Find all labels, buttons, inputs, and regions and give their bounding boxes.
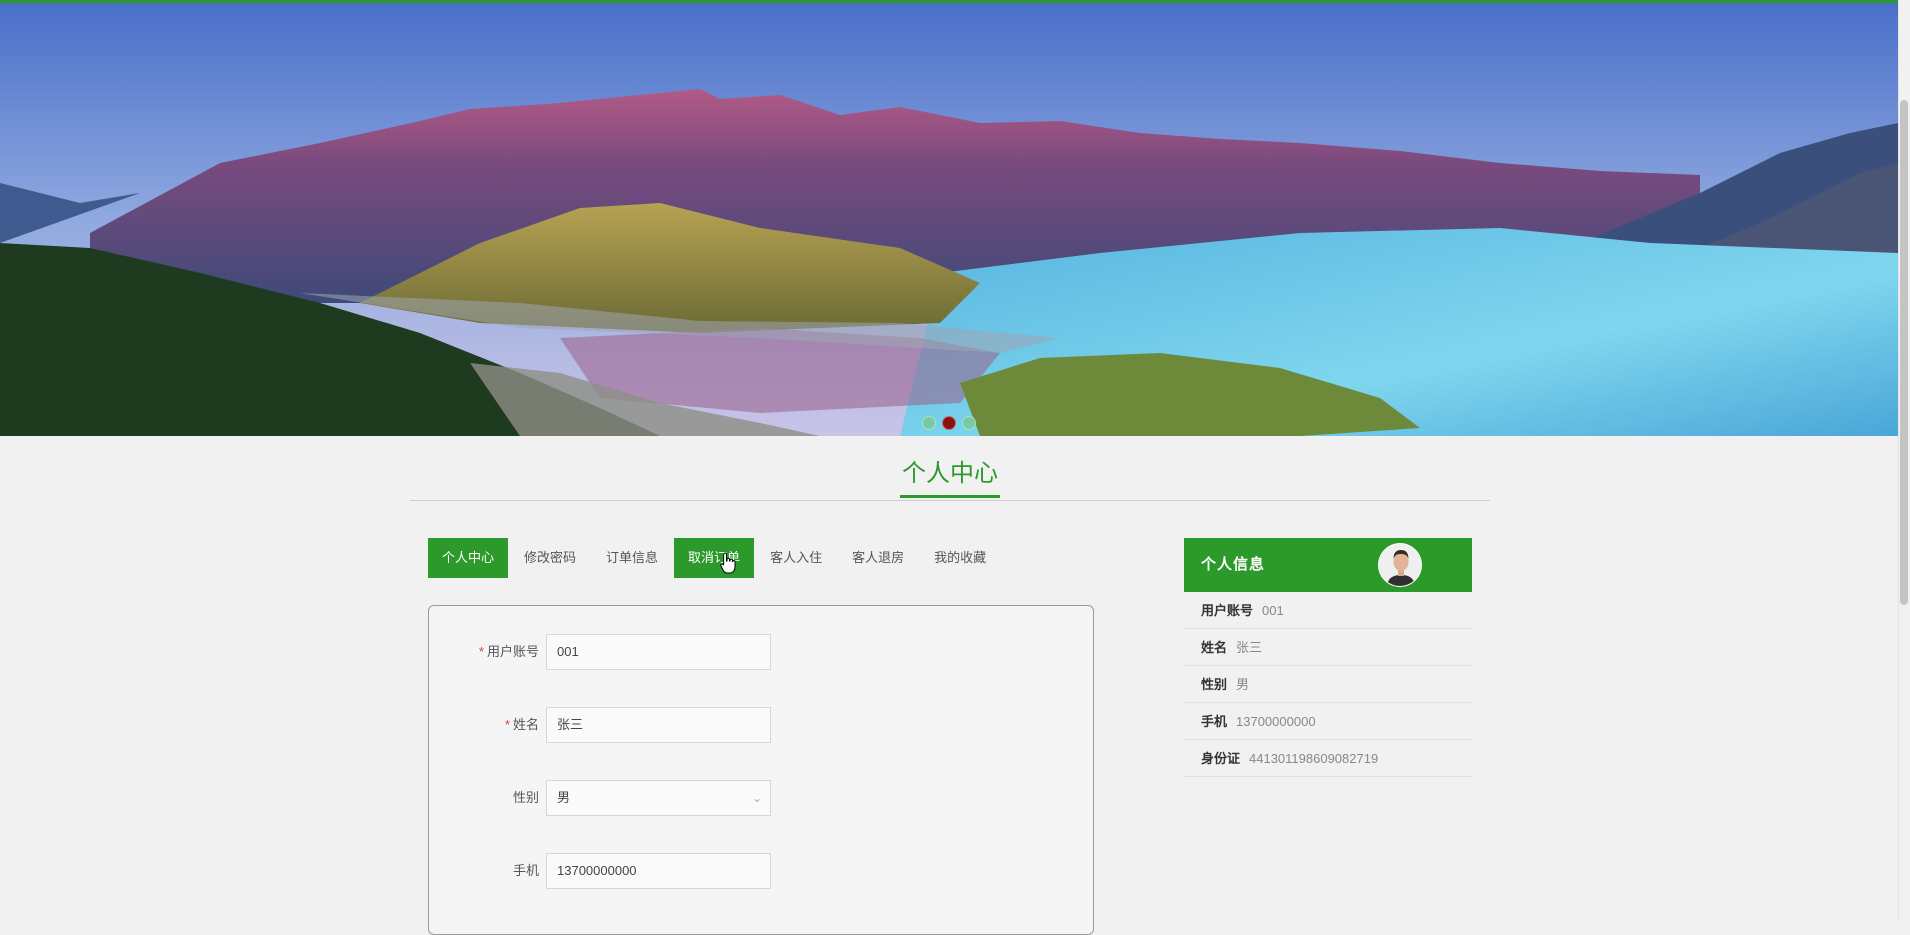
user-avatar-icon (1379, 544, 1421, 586)
tab-cancel-order[interactable]: 取消订单 (674, 538, 755, 578)
info-value: 男 (1236, 677, 1250, 692)
required-mark: * (504, 717, 510, 732)
info-value: 441301198609082719 (1249, 751, 1379, 766)
avatar (1378, 543, 1422, 587)
banner-landscape-image (0, 3, 1898, 436)
info-row-gender: 性别男 (1184, 666, 1472, 703)
form-row-phone: 手机 13700000000 (429, 853, 1093, 889)
phone-input[interactable]: 13700000000 (546, 853, 771, 889)
info-card-title: 个人信息 (1201, 556, 1266, 573)
page-scrollbar[interactable] (1898, 0, 1910, 920)
phone-label: 手机 (512, 863, 539, 878)
tab-guest-checkin[interactable]: 客人入住 (756, 538, 836, 578)
carousel-indicators (0, 416, 1898, 432)
info-key: 用户账号 (1201, 603, 1254, 618)
tab-order-info[interactable]: 订单信息 (592, 538, 672, 578)
info-key: 手机 (1201, 714, 1228, 729)
required-mark: * (478, 644, 484, 659)
hand-cursor-icon (720, 552, 736, 574)
info-row-name: 姓名 张三 (1184, 629, 1472, 666)
name-label: * 姓名 (504, 717, 539, 732)
gender-selected-value: 男 (557, 790, 571, 805)
hero-banner (0, 3, 1898, 436)
personal-info-card: 个人信息 用户账号 001 姓名 张三 性别男 手机 13700000000 身份证 4… (1184, 538, 1472, 777)
gender-select[interactable]: 男 ⌄ (546, 780, 771, 816)
page-title: 个人中心 (900, 459, 1000, 498)
chevron-down-icon: ⌄ (751, 791, 762, 805)
tab-change-password[interactable]: 修改密码 (510, 538, 590, 578)
account-input[interactable]: 001 (546, 634, 771, 670)
carousel-dot-3[interactable] (962, 416, 976, 430)
carousel-dot-2[interactable] (942, 416, 956, 430)
form-row-gender: 性别 男 ⌄ (429, 780, 1093, 816)
section-header: 个人中心 (410, 455, 1490, 501)
scrollbar-thumb[interactable] (1900, 100, 1908, 605)
info-row-account: 用户账号 001 (1184, 592, 1472, 629)
info-value: 001 (1262, 603, 1284, 618)
info-card-header: 个人信息 (1184, 538, 1472, 592)
info-value: 13700000000 (1236, 714, 1316, 729)
name-input[interactable]: 张三 (546, 707, 771, 743)
info-row-phone: 手机 13700000000 (1184, 703, 1472, 740)
profile-form: * 用户账号 001 * 姓名 张三 性别 男 ⌄ 手机 13700000000 (428, 605, 1094, 935)
form-row-name: * 姓名 张三 (429, 707, 1093, 743)
profile-tabs: 个人中心 修改密码 订单信息 取消订单 客人入住 客人退房 我的收藏 (428, 537, 1002, 579)
tab-profile-center[interactable]: 个人中心 (428, 538, 509, 578)
account-label: * 用户账号 (478, 644, 539, 659)
info-key: 性别 (1201, 677, 1228, 692)
info-row-id-card: 身份证 441301198609082719 (1184, 740, 1472, 777)
tab-guest-checkout[interactable]: 客人退房 (838, 538, 918, 578)
info-key: 身份证 (1201, 751, 1241, 766)
info-value: 张三 (1236, 640, 1263, 655)
tab-my-favorites[interactable]: 我的收藏 (920, 538, 1000, 578)
info-key: 姓名 (1201, 640, 1228, 655)
gender-label: 性别 (512, 790, 539, 805)
form-row-account: * 用户账号 001 (429, 634, 1093, 670)
carousel-dot-1[interactable] (922, 416, 936, 430)
